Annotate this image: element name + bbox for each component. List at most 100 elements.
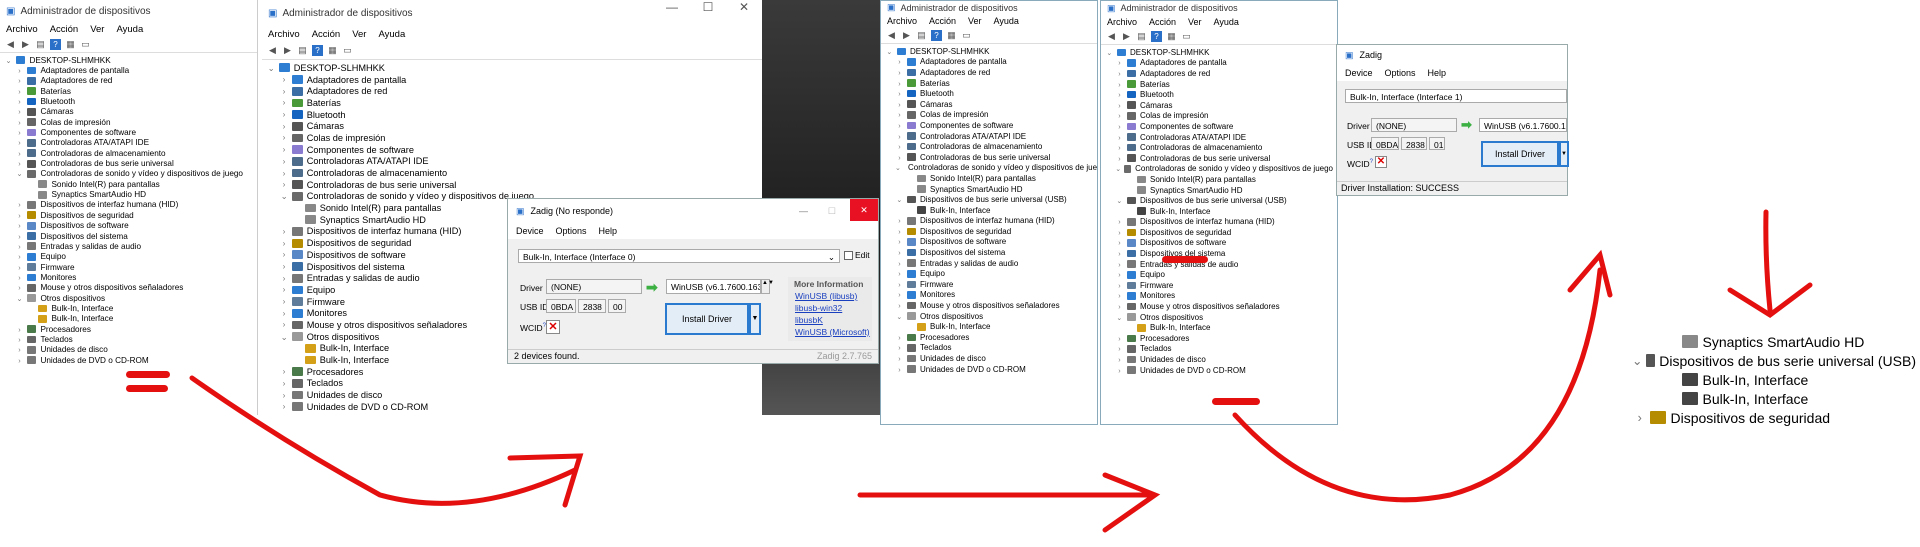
collapsed-chevron-icon[interactable]: › — [895, 227, 904, 236]
help-icon[interactable]: ? — [312, 45, 323, 56]
collapsed-chevron-icon[interactable]: › — [15, 149, 24, 158]
tree-item[interactable]: › Colas de impresión — [885, 110, 1093, 121]
expanded-chevron-icon[interactable]: ⌄ — [895, 163, 901, 172]
forward-icon[interactable]: ▶ — [1121, 31, 1132, 42]
tree-item[interactable]: Synaptics SmartAudio HD — [4, 189, 253, 199]
tree-item[interactable]: › Firmware — [4, 262, 253, 272]
collapsed-chevron-icon[interactable]: › — [895, 280, 904, 289]
tree-item[interactable]: › Cámaras — [266, 120, 758, 132]
tree-item[interactable]: › Dispositivos de interfaz humana (HID) — [1105, 217, 1333, 228]
collapsed-chevron-icon[interactable]: › — [895, 333, 904, 342]
collapsed-chevron-icon[interactable]: › — [895, 343, 904, 352]
tree-item[interactable]: › Componentes de software — [1105, 121, 1333, 132]
monitor-scan-icon[interactable]: ▭ — [342, 45, 353, 56]
tree-item[interactable]: › Monitores — [885, 290, 1093, 301]
tree-item[interactable]: › Equipo — [885, 268, 1093, 279]
tree-item[interactable]: › Baterías — [266, 97, 758, 109]
tree-item[interactable]: › Cámaras — [4, 107, 253, 117]
tree-item[interactable]: › Controladoras de bus serie universal — [885, 152, 1093, 163]
expanded-chevron-icon[interactable]: ⌄ — [1115, 164, 1121, 173]
tree-item[interactable]: › Dispositivos de seguridad — [4, 210, 253, 220]
tree-item[interactable]: › Bluetooth — [4, 96, 253, 106]
tree-item[interactable]: › Dispositivos de seguridad — [885, 226, 1093, 237]
collapsed-chevron-icon[interactable]: › — [1115, 80, 1124, 89]
collapsed-chevron-icon[interactable]: › — [895, 132, 904, 141]
help-icon[interactable]: ? — [1151, 31, 1162, 42]
collapsed-chevron-icon[interactable]: › — [895, 237, 904, 246]
collapsed-chevron-icon[interactable]: › — [895, 301, 904, 310]
close-button[interactable]: ✕ — [726, 0, 762, 14]
collapsed-chevron-icon[interactable]: › — [1115, 58, 1124, 67]
collapsed-chevron-icon[interactable]: › — [279, 75, 289, 84]
collapsed-chevron-icon[interactable]: › — [895, 365, 904, 374]
tree-item[interactable]: › Dispositivos de software — [4, 221, 253, 231]
collapsed-chevron-icon[interactable]: › — [1115, 217, 1124, 226]
collapsed-chevron-icon[interactable]: › — [1115, 281, 1124, 290]
collapsed-chevron-icon[interactable]: › — [15, 356, 24, 365]
back-icon[interactable]: ◀ — [5, 39, 16, 50]
forward-icon[interactable]: ▶ — [282, 45, 293, 56]
tree-item[interactable]: Bulk-In, Interface — [4, 303, 253, 313]
collapsed-chevron-icon[interactable]: › — [15, 283, 24, 292]
tree-item[interactable]: ⌄ Dispositivos de bus serie universal (US… — [1600, 351, 1916, 370]
collapsed-chevron-icon[interactable]: › — [1115, 260, 1124, 269]
collapsed-chevron-icon[interactable]: › — [279, 402, 289, 411]
tree-item[interactable]: Bulk-In, Interface — [4, 314, 253, 324]
update-driver-icon[interactable]: ▦ — [946, 30, 957, 41]
menu-item-ayuda[interactable]: Ayuda — [378, 29, 405, 40]
tree-item[interactable]: Synaptics SmartAudio HD — [1600, 332, 1916, 351]
collapsed-chevron-icon[interactable]: › — [1115, 143, 1124, 152]
collapsed-chevron-icon[interactable]: › — [1115, 228, 1124, 237]
collapsed-chevron-icon[interactable]: › — [15, 211, 24, 220]
collapsed-chevron-icon[interactable]: › — [279, 180, 289, 189]
menu-item-device[interactable]: Device — [516, 226, 544, 236]
collapsed-chevron-icon[interactable]: › — [279, 320, 289, 329]
menu-item-ver[interactable]: Ver — [90, 24, 104, 35]
tree-item[interactable]: › Unidades de DVD o CD-ROM — [266, 401, 758, 413]
collapsed-chevron-icon[interactable]: › — [15, 273, 24, 282]
menu-item-help[interactable]: Help — [599, 226, 618, 236]
install-driver-button[interactable]: Install Driver — [1481, 141, 1559, 167]
expanded-chevron-icon[interactable]: ⌄ — [895, 195, 904, 204]
update-driver-icon[interactable]: ▦ — [1166, 31, 1177, 42]
tree-item[interactable]: ⌄ Controladoras de sonido y vídeo y dispo… — [1105, 164, 1333, 175]
tree-item[interactable]: › Adaptadores de red — [885, 67, 1093, 78]
collapsed-chevron-icon[interactable]: › — [279, 309, 289, 318]
tree-item[interactable]: › Equipo — [4, 252, 253, 262]
collapsed-chevron-icon[interactable]: › — [15, 263, 24, 272]
tree-item[interactable]: ⌄ Controladoras de sonido y vídeo y dispo… — [885, 163, 1097, 174]
menu-item-ayuda[interactable]: Ayuda — [116, 24, 143, 35]
tree-item[interactable]: › Adaptadores de red — [1105, 68, 1333, 79]
menu-item-ayuda[interactable]: Ayuda — [994, 16, 1019, 26]
expanded-chevron-icon[interactable]: ⌄ — [266, 63, 276, 73]
collapsed-chevron-icon[interactable]: › — [1115, 366, 1124, 375]
winusb-libusb-link[interactable]: WinUSB (libusb) — [795, 291, 857, 301]
tree-item[interactable]: › Adaptadores de pantalla — [4, 65, 253, 75]
collapsed-chevron-icon[interactable]: › — [279, 250, 289, 259]
collapsed-chevron-icon[interactable]: › — [895, 142, 904, 151]
collapsed-chevron-icon[interactable]: › — [1115, 302, 1124, 311]
tree-item[interactable]: Sonido Intel(R) para pantallas — [1105, 174, 1333, 185]
back-icon[interactable]: ◀ — [267, 45, 278, 56]
collapsed-chevron-icon[interactable]: › — [895, 248, 904, 257]
collapsed-chevron-icon[interactable]: › — [279, 169, 289, 178]
install-driver-button[interactable]: Install Driver — [665, 303, 749, 335]
collapsed-chevron-icon[interactable]: › — [1115, 122, 1124, 131]
device-dropdown[interactable]: Bulk-In, Interface (Interface 0) ⌄ — [518, 249, 840, 263]
collapsed-chevron-icon[interactable]: › — [15, 107, 24, 116]
tree-item[interactable]: › Dispositivos del sistema — [885, 247, 1093, 258]
tree-item[interactable]: › Adaptadores de pantalla — [266, 74, 758, 86]
tree-item[interactable]: › Controladoras de bus serie universal — [4, 158, 253, 168]
tree-item[interactable]: › Monitores — [4, 272, 253, 282]
collapsed-chevron-icon[interactable]: › — [279, 379, 289, 388]
tree-item[interactable]: › Controladoras ATA/ATAPI IDE — [1105, 132, 1333, 143]
tree-item[interactable]: › Adaptadores de pantalla — [1105, 58, 1333, 69]
tree-item[interactable]: › Adaptadores de pantalla — [885, 57, 1093, 68]
tree-item[interactable]: › Procesadores — [4, 324, 253, 334]
tree-item[interactable]: Bulk-In, Interface — [1600, 389, 1916, 408]
monitor-scan-icon[interactable]: ▭ — [80, 39, 91, 50]
collapsed-chevron-icon[interactable]: › — [15, 128, 24, 137]
minimize-button[interactable]: — — [799, 206, 808, 216]
collapsed-chevron-icon[interactable]: › — [279, 110, 289, 119]
tree-item[interactable]: › Controladoras de bus serie universal — [266, 179, 758, 191]
